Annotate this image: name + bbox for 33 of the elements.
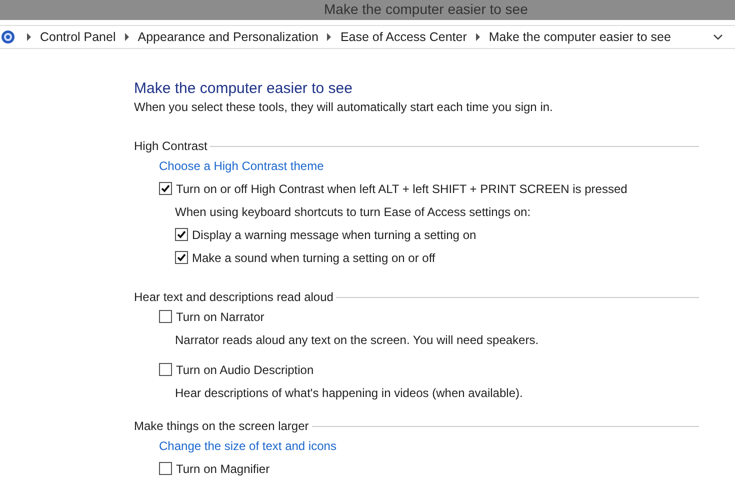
checkbox[interactable] [175,228,188,241]
section-title: High Contrast [134,139,208,153]
section-title: Hear text and descriptions read aloud [134,290,334,304]
section-title: Make things on the screen larger [134,419,309,433]
checkbox-label[interactable]: Display a warning message when turning a setting on [192,228,476,242]
checkbox[interactable] [159,363,172,376]
description-text: Narrator reads aloud any text on the screen. You will need speakers. [175,332,539,346]
breadcrumb-item[interactable]: Control Panel [40,30,116,44]
chevron-icon[interactable] [474,33,481,41]
chevron-icon[interactable] [26,33,32,41]
checkbox-label[interactable]: Turn on Magnifier [176,462,270,476]
checkbox-label[interactable]: Turn on or off High Contrast when left ALT + left SHIFT + PRINT SCREEN is pressed [176,182,628,196]
checkbox-label[interactable]: Turn on Audio Description [176,362,314,376]
window-title: Make the computer easier to see [324,1,528,18]
checkbox[interactable] [175,251,188,264]
checkbox[interactable] [159,182,172,195]
breadcrumb-item[interactable]: Appearance and Personalization [138,30,318,44]
description-text: Hear descriptions of what's happening in videos (when available). [175,386,523,400]
checkbox-label[interactable]: Turn on Narrator [176,310,264,324]
breadcrumb-item[interactable]: Make the computer easier to see [488,30,671,44]
breadcrumb-item[interactable]: Ease of Access Center [340,30,467,44]
page-heading: Make the computer easier to see [134,80,354,97]
page-subtitle: When you select these tools, they will automatically start each time you sign in. [134,100,554,114]
checkbox[interactable] [159,310,172,323]
link[interactable]: Choose a High Contrast theme [159,158,324,172]
chevron-icon[interactable] [124,33,130,41]
chevron-icon[interactable] [326,33,332,41]
checkbox-label[interactable]: Make a sound when turning a setting on or off [192,250,436,264]
control-panel-icon[interactable] [1,30,15,44]
note-text: When using keyboard shortcuts to turn Ease of Access settings on: [175,204,531,218]
link[interactable]: Change the size of text and icons [159,438,336,452]
checkbox[interactable] [159,462,172,475]
dropdown-icon[interactable] [713,33,723,41]
